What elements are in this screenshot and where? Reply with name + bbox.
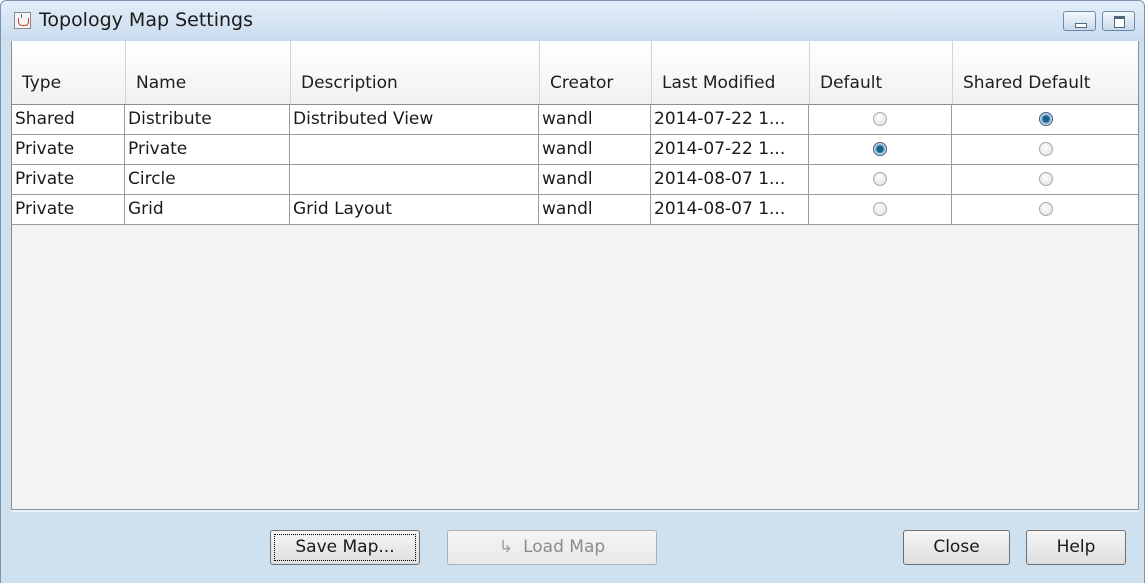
- cell-shared-default: [952, 165, 1138, 194]
- cell-description: [290, 165, 539, 194]
- cell-type: Private: [12, 165, 125, 194]
- save-map-button[interactable]: Save Map...: [270, 530, 420, 565]
- topology-map-settings-dialog: Topology Map Settings Type Name Descript…: [0, 0, 1145, 583]
- cell-last-modified: 2014-08-07 1...: [651, 195, 809, 224]
- cell-default: [809, 195, 952, 224]
- arrow-right-icon: ↳: [498, 537, 514, 557]
- cell-creator: wandl: [539, 105, 651, 134]
- cell-last-modified: 2014-07-22 1...: [651, 105, 809, 134]
- close-button[interactable]: Close: [903, 530, 1010, 565]
- cell-type: Private: [12, 195, 125, 224]
- cell-default: [809, 105, 952, 134]
- table-header: Type Name Description Creator Last Modif…: [11, 41, 1139, 105]
- default-radio[interactable]: [873, 142, 887, 156]
- column-header-type[interactable]: Type: [12, 41, 126, 104]
- default-radio[interactable]: [873, 112, 887, 126]
- cell-creator: wandl: [539, 135, 651, 164]
- cell-last-modified: 2014-07-22 1...: [651, 135, 809, 164]
- cell-name: Private: [125, 135, 290, 164]
- column-header-creator[interactable]: Creator: [540, 41, 652, 104]
- minimize-button[interactable]: [1063, 11, 1096, 31]
- cell-shared-default: [952, 195, 1138, 224]
- load-map-button[interactable]: ↳ Load Map: [447, 530, 657, 565]
- shared-default-radio[interactable]: [1039, 142, 1053, 156]
- close-label: Close: [933, 537, 980, 557]
- window-title: Topology Map Settings: [39, 9, 254, 31]
- column-header-description[interactable]: Description: [291, 41, 540, 104]
- help-label: Help: [1056, 537, 1096, 557]
- cell-description: Grid Layout: [290, 195, 539, 224]
- cell-default: [809, 165, 952, 194]
- cell-creator: wandl: [539, 195, 651, 224]
- footer-divider: [11, 509, 1139, 512]
- shared-default-radio[interactable]: [1039, 112, 1053, 126]
- cell-name: Distribute: [125, 105, 290, 134]
- cell-name: Grid: [125, 195, 290, 224]
- shared-default-radio[interactable]: [1039, 172, 1053, 186]
- cell-description: [290, 135, 539, 164]
- table-row[interactable]: Private Circle wandl 2014-08-07 1...: [12, 165, 1138, 195]
- restore-icon: [1114, 16, 1125, 28]
- cell-type: Shared: [12, 105, 125, 134]
- cell-creator: wandl: [539, 165, 651, 194]
- cell-default: [809, 135, 952, 164]
- cell-description: Distributed View: [290, 105, 539, 134]
- table-row[interactable]: Private Grid Grid Layout wandl 2014-08-0…: [12, 195, 1138, 225]
- column-header-last-modified[interactable]: Last Modified: [652, 41, 810, 104]
- table-row[interactable]: Private Private wandl 2014-07-22 1...: [12, 135, 1138, 165]
- default-radio[interactable]: [873, 172, 887, 186]
- java-cup-icon: [14, 12, 31, 29]
- column-header-default[interactable]: Default: [810, 41, 953, 104]
- minimize-icon: [1075, 23, 1087, 28]
- shared-default-radio[interactable]: [1039, 202, 1053, 216]
- title-bar[interactable]: Topology Map Settings: [1, 1, 1144, 41]
- cell-type: Private: [12, 135, 125, 164]
- load-map-label: Load Map: [523, 537, 606, 557]
- help-button[interactable]: Help: [1026, 530, 1126, 565]
- column-header-shared-default[interactable]: Shared Default: [953, 41, 1138, 104]
- restore-button[interactable]: [1102, 11, 1135, 31]
- button-bar: Save Map... ↳ Load Map Close Help: [1, 509, 1144, 583]
- cell-last-modified: 2014-08-07 1...: [651, 165, 809, 194]
- default-radio[interactable]: [873, 202, 887, 216]
- cell-name: Circle: [125, 165, 290, 194]
- table-row[interactable]: Shared Distribute Distributed View wandl…: [12, 105, 1138, 135]
- column-header-name[interactable]: Name: [126, 41, 291, 104]
- cell-shared-default: [952, 105, 1138, 134]
- cell-shared-default: [952, 135, 1138, 164]
